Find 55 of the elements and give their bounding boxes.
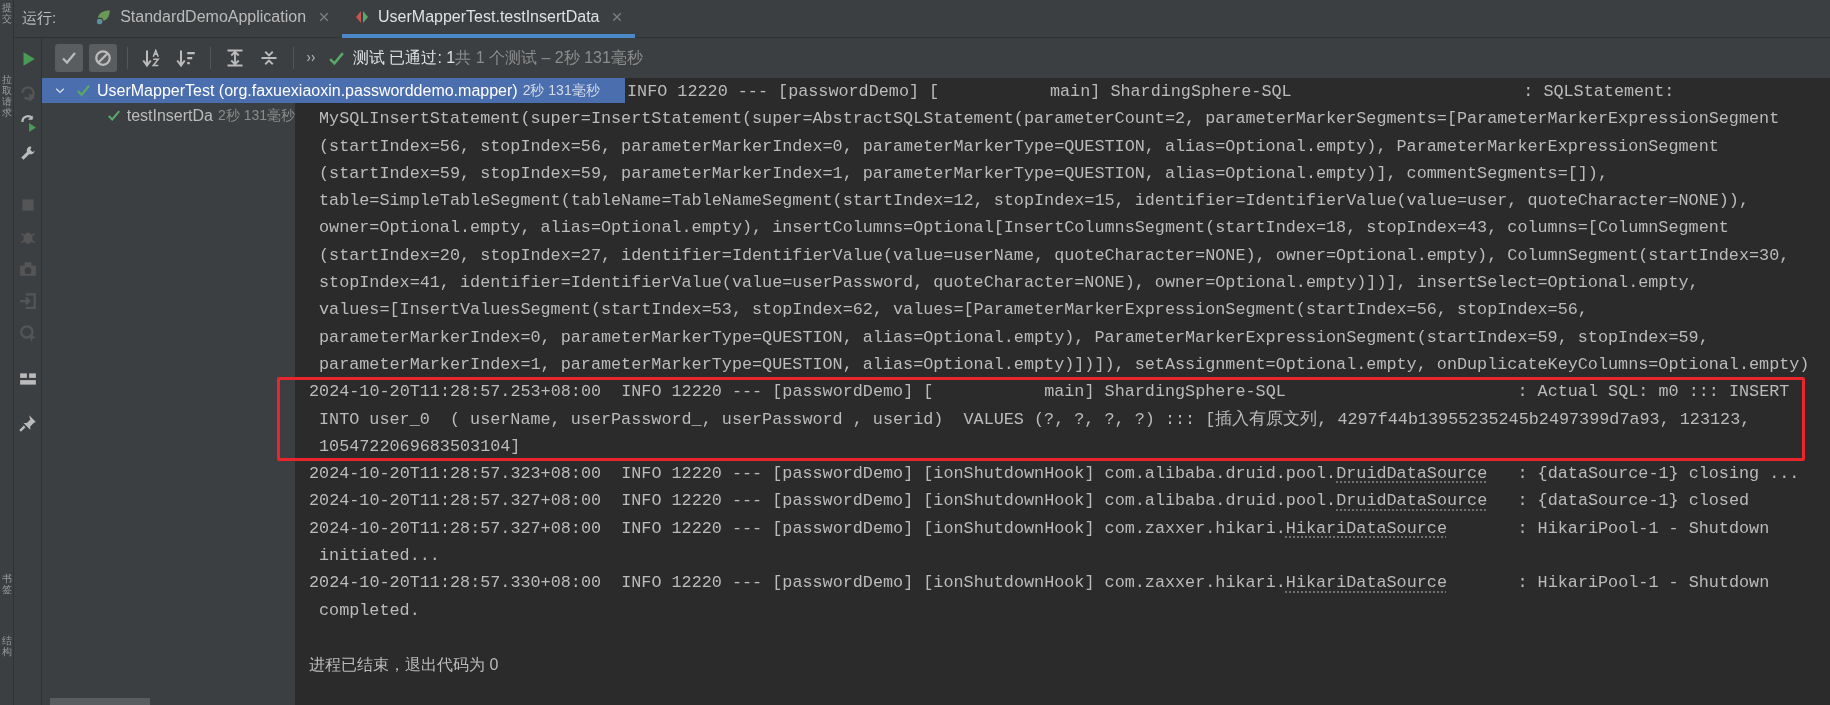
log-line: 2024-10-20T11:28:57.327+08:00 INFO 12220 --- [passwordDemo] [ionShutdownHook] com.alibaba.druid.pool.DruidDataSource : {dataSource-1} closed: [309, 491, 1750, 511]
log-line: MySQLInsertStatement(super=InsertStatement(super=AbstractSQLStatement(parameterCount=2, parameterMarkerSegments=[ParameterMarkerExpressionSegment: [319, 109, 1780, 129]
log-line: table=SimpleTableSegment(tableName=TableNameSegment(startIndex=12, stopIndex=15, identifier=IdentifierValue(value=user, quoteCharacter=NONE)),: [319, 191, 1749, 211]
checkmark-icon: [61, 50, 77, 66]
rerun-icon[interactable]: [18, 114, 37, 132]
check-icon: [76, 83, 91, 98]
show-passed-button[interactable]: [55, 44, 83, 72]
log-line: INTO user_0 ( userName, userPassword_, userPassword , userid) VALUES (?, ?, ?, ?) ::: [插入有原文列, 4297f44b13955235245b2497399d7a93, 123123,: [319, 409, 1751, 429]
sort-alphabetical-icon[interactable]: [142, 48, 162, 68]
run-tab[interactable]: StandardDemoApplication: [82, 0, 343, 38]
log-line: (startIndex=20, stopIndex=27, identifier=IdentifierValue(value=userName, quoteCharacter=NONE), owner=Optional.empty), ColumnSegment(startIndex=30,: [319, 245, 1790, 265]
log-line: 2024-10-20T11:28:57.330+08:00 INFO 12220 --- [passwordDemo] [ionShutdownHook] com.zaxxer.hikari.HikariDataSource : HikariPool-1 - Shutdown: [309, 573, 1770, 593]
log-line: completed.: [319, 600, 420, 620]
log-line: 2024-10-20T11:28:57.323+08:00 INFO 12220 --- [passwordDemo] [ionShutdownHook] com.alibaba.druid.pool.DruidDataSource : {dataSource-1} closing ...: [309, 464, 1800, 484]
log-line: 2024-10-20T11:28:57.327+08:00 INFO 12220 --- [passwordDemo] [ionShutdownHook] com.zaxxer.hikari.HikariDataSource : HikariPool-1 - Shutdown: [309, 518, 1770, 538]
check-icon: [106, 108, 121, 123]
leaf-gear-icon: [94, 7, 113, 26]
log-line: initiated...: [319, 546, 440, 566]
log-line: INFO 12220 --- [passwordDemo] [ main] ShardingSphere-SQL : SQLStatement:: [627, 82, 1675, 101]
expand-all-icon[interactable]: [225, 48, 245, 68]
log-line: parameterMarkerIndex=0, parameterMarkerType=QUESTION, alias=Optional.empty), ParameterMarkerExpressionSegment(startIndex=59, stopIndex=59,: [319, 327, 1709, 347]
wrench-icon[interactable]: [18, 144, 37, 162]
layout-icon[interactable]: [18, 370, 37, 388]
tool-window-label[interactable]: 拉取请求: [1, 74, 12, 118]
class-link[interactable]: DruidDataSource: [1336, 491, 1488, 511]
close-icon[interactable]: [611, 10, 624, 23]
chevron-double-right-icon[interactable]: [306, 52, 318, 64]
log-line: (startIndex=56, stopIndex=56, parameterMarkerIndex=0, parameterMarkerType=QUESTION, alias=Optional.empty), ParameterMarkerExpressionSegment: [319, 136, 1719, 156]
close-icon[interactable]: [318, 10, 331, 23]
show-ignored-button[interactable]: [89, 44, 117, 72]
exit-message: 进程已结束，退出代码为 0: [308, 655, 500, 676]
class-link[interactable]: DruidDataSource: [1336, 464, 1488, 484]
test-status: 测试 已通过: 1: [353, 48, 456, 68]
class-link[interactable]: HikariDataSource: [1285, 573, 1447, 593]
cancel-circle-icon: [94, 49, 112, 67]
test-summary: 共 1 个测试 – 2秒 131毫秒: [455, 48, 643, 68]
log-line: 2024-10-20T11:28:57.253+08:00 INFO 12220 --- [passwordDemo] [ main] ShardingSphere-SQL : Actual SQL: m0 ::: INSERT: [309, 382, 1790, 402]
run-label: 运行:: [22, 8, 57, 29]
tool-window-label[interactable]: 结构: [1, 635, 12, 657]
log-line: owner=Optional.empty, alias=Optional.empty), insertColumns=Optional[InsertColumnsSegment(startIndex=18, stopIndex=43, columns=[ColumnSegment: [319, 218, 1729, 238]
pin-icon[interactable]: [18, 414, 37, 432]
log-line: stopIndex=41, identifier=IdentifierValue(value=userPassword, quoteCharacter=NONE), owner=Optional.empty)])], insertSelect=Optional.empty,: [319, 273, 1699, 293]
class-link[interactable]: HikariDataSource: [1285, 518, 1447, 538]
tool-window-label[interactable]: 提交: [1, 2, 12, 24]
tree-row[interactable]: testInsertDa 2秒 131毫秒: [42, 103, 295, 128]
tool-window-label[interactable]: 书签: [1, 573, 12, 595]
scrollbar-thumb[interactable]: [50, 698, 150, 705]
log-line: (startIndex=59, stopIndex=59, parameterMarkerIndex=1, parameterMarkerType=QUESTION, alias=Optional.empty)], commentSegments=[]),: [319, 163, 1608, 183]
log-line: 1054722069683503104]: [319, 436, 521, 456]
log-line: parameterMarkerIndex=1, parameterMarkerType=QUESTION, alias=Optional.empty)])]), setAssignment=Optional.empty, onDuplicateKeyColumns=Optional.empty): [319, 354, 1810, 374]
test-duration: 2秒 131毫秒: [217, 106, 295, 125]
test-duration: 2秒 131毫秒: [522, 81, 600, 100]
log-line: values=[InsertValuesSegment(startIndex=53, stopIndex=62, values=[ParameterMarkerExpressionSegment(startIndex=56, stopIndex=56,: [319, 300, 1588, 320]
tree-row[interactable]: UserMapperTest (org.faxuexiaoxin.passworddemo.mapper) 2秒 131毫秒: [42, 78, 625, 103]
sort-duration-icon[interactable]: [176, 48, 196, 68]
